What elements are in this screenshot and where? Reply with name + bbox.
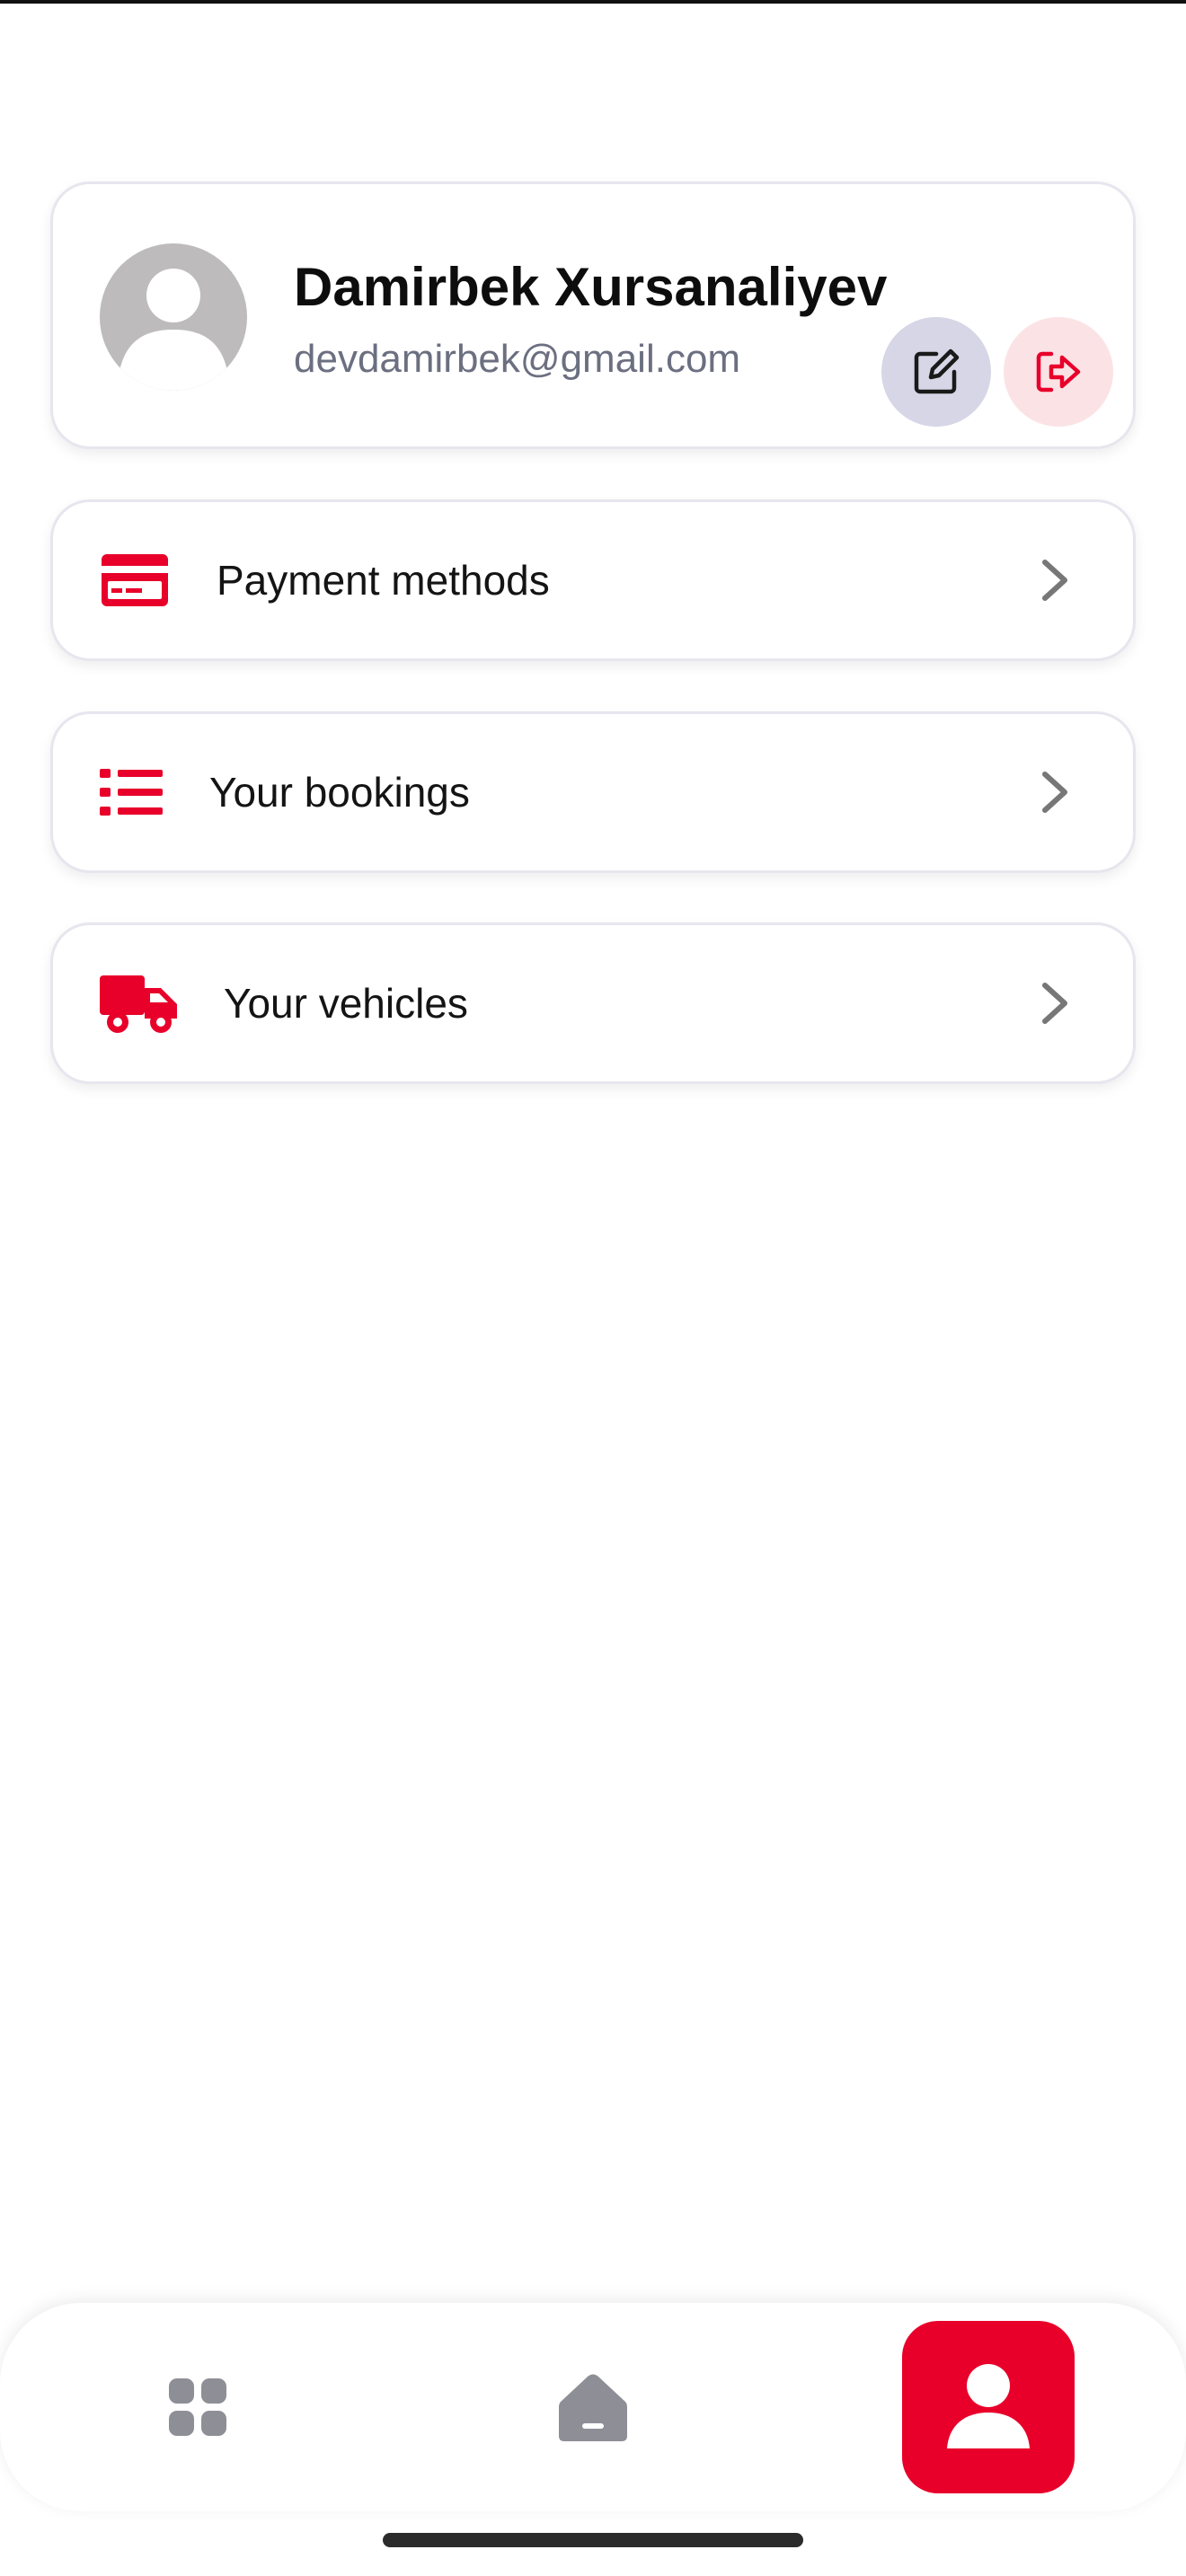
home-icon (559, 2374, 627, 2441)
logout-icon (1036, 351, 1081, 393)
menu-item-payment-methods[interactable]: Payment methods (50, 499, 1136, 661)
chevron-right-icon (1042, 983, 1067, 1024)
menu-item-your-vehicles[interactable]: Your vehicles (50, 922, 1136, 1084)
truck-icon (100, 969, 181, 1037)
menu-label: Your bookings (209, 769, 470, 816)
top-border (0, 0, 1186, 4)
chevron-right-icon (1042, 772, 1067, 813)
menu-item-your-bookings[interactable]: Your bookings (50, 711, 1136, 873)
profile-card: Damirbek Xursanaliyev devdamirbek@gmail.… (50, 181, 1136, 449)
nav-tab-grid[interactable] (111, 2321, 284, 2493)
bottom-nav (0, 2303, 1186, 2511)
profile-email: devdamirbek@gmail.com (294, 337, 741, 381)
chevron-right-icon (1042, 560, 1067, 601)
user-avatar-icon (100, 243, 247, 391)
menu-label: Your vehicles (224, 980, 468, 1027)
nav-tab-profile[interactable] (902, 2321, 1075, 2493)
profile-name: Damirbek Xursanaliyev (294, 257, 888, 317)
home-indicator (383, 2533, 803, 2547)
list-icon (100, 758, 181, 826)
menu-label: Payment methods (217, 557, 550, 604)
credit-card-icon (100, 546, 181, 614)
edit-profile-button[interactable] (881, 317, 991, 427)
grid-icon (169, 2378, 226, 2436)
logout-button[interactable] (1004, 317, 1113, 427)
nav-tab-home[interactable] (507, 2321, 679, 2493)
edit-square-icon (914, 348, 960, 394)
user-icon (947, 2364, 1030, 2448)
